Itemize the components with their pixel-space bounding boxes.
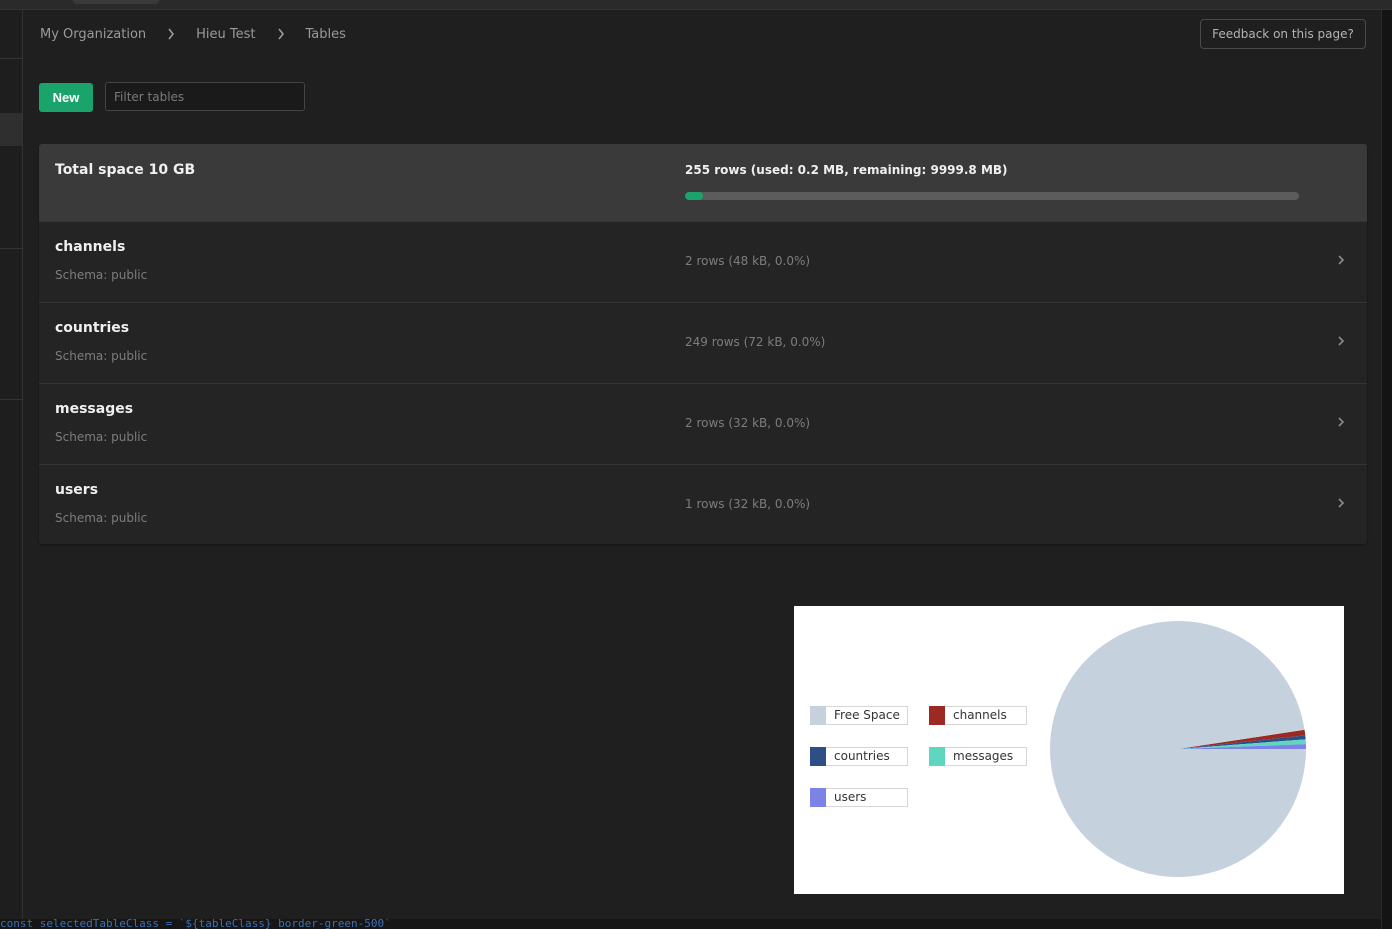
table-name: channels bbox=[55, 239, 126, 255]
chevron-right-icon[interactable] bbox=[1335, 414, 1347, 430]
sidebar-divider bbox=[0, 248, 22, 249]
legend-swatch bbox=[929, 747, 945, 766]
chevron-right-icon[interactable] bbox=[1335, 495, 1347, 511]
chevron-right-icon bbox=[256, 28, 306, 40]
legend-label: users bbox=[826, 788, 908, 807]
feedback-button[interactable]: Feedback on this page? bbox=[1200, 19, 1366, 49]
legend-label: Free Space bbox=[826, 706, 908, 725]
total-space-label: Total space 10 GB bbox=[55, 162, 196, 178]
tables-panel: Total space 10 GB 255 rows (used: 0.2 MB… bbox=[39, 144, 1367, 544]
table-row[interactable]: channels Schema: public 2 rows (48 kB, 0… bbox=[39, 221, 1367, 302]
window-edge bbox=[1381, 10, 1392, 929]
sidebar-item-active[interactable] bbox=[0, 113, 22, 146]
storage-pie-chart: Free Space channels countries messages users bbox=[794, 606, 1344, 894]
legend-item-channels[interactable]: channels bbox=[929, 706, 1027, 725]
table-stats: 249 rows (72 kB, 0.0%) bbox=[685, 335, 826, 349]
storage-summary: Total space 10 GB 255 rows (used: 0.2 MB… bbox=[39, 144, 1367, 221]
table-schema: Schema: public bbox=[55, 268, 148, 282]
legend-swatch bbox=[929, 706, 945, 725]
breadcrumb-organization[interactable]: My Organization bbox=[40, 27, 146, 42]
table-row[interactable]: users Schema: public 1 rows (32 kB, 0.0%… bbox=[39, 464, 1367, 544]
table-stats: 2 rows (32 kB, 0.0%) bbox=[685, 416, 811, 430]
legend-label: channels bbox=[945, 706, 1027, 725]
legend-swatch bbox=[810, 788, 826, 807]
table-stats: 1 rows (32 kB, 0.0%) bbox=[685, 497, 811, 511]
chevron-right-icon bbox=[146, 28, 196, 40]
table-row[interactable]: messages Schema: public 2 rows (32 kB, 0… bbox=[39, 383, 1367, 464]
new-table-button[interactable]: New bbox=[39, 83, 93, 112]
storage-progress-fill bbox=[685, 192, 704, 200]
table-row[interactable]: countries Schema: public 249 rows (72 kB… bbox=[39, 302, 1367, 383]
legend-swatch bbox=[810, 747, 826, 766]
chevron-right-icon[interactable] bbox=[1335, 333, 1347, 349]
breadcrumb-tables[interactable]: Tables bbox=[306, 27, 346, 42]
sidebar-divider bbox=[0, 58, 22, 59]
top-tab-pill[interactable] bbox=[72, 0, 160, 4]
legend-swatch bbox=[810, 706, 826, 725]
top-bar bbox=[0, 0, 1392, 10]
sidebar bbox=[0, 10, 23, 919]
chevron-right-icon[interactable] bbox=[1335, 252, 1347, 268]
table-schema: Schema: public bbox=[55, 349, 148, 363]
background-code-text: const selectedTableClass = `${tableClass… bbox=[0, 919, 1381, 929]
table-name: users bbox=[55, 482, 99, 498]
legend-item-free-space[interactable]: Free Space bbox=[810, 706, 908, 725]
table-schema: Schema: public bbox=[55, 430, 148, 444]
sidebar-divider bbox=[0, 399, 22, 400]
storage-progress-bar bbox=[685, 192, 1299, 200]
table-schema: Schema: public bbox=[55, 511, 148, 525]
table-name: countries bbox=[55, 320, 130, 336]
table-name: messages bbox=[55, 401, 134, 417]
legend-item-users[interactable]: users bbox=[810, 788, 908, 807]
filter-tables-input[interactable] bbox=[105, 82, 305, 111]
breadcrumb: My Organization Hieu Test Tables bbox=[40, 24, 346, 44]
breadcrumb-project[interactable]: Hieu Test bbox=[196, 27, 255, 42]
legend-item-countries[interactable]: countries bbox=[810, 747, 908, 766]
table-stats: 2 rows (48 kB, 0.0%) bbox=[685, 254, 811, 268]
pie-slice-free-space[interactable] bbox=[1050, 621, 1306, 877]
legend-item-messages[interactable]: messages bbox=[929, 747, 1027, 766]
pie-chart bbox=[1050, 621, 1306, 877]
legend-label: messages bbox=[945, 747, 1027, 766]
usage-text: 255 rows (used: 0.2 MB, remaining: 9999.… bbox=[685, 163, 1008, 177]
legend-label: countries bbox=[826, 747, 908, 766]
